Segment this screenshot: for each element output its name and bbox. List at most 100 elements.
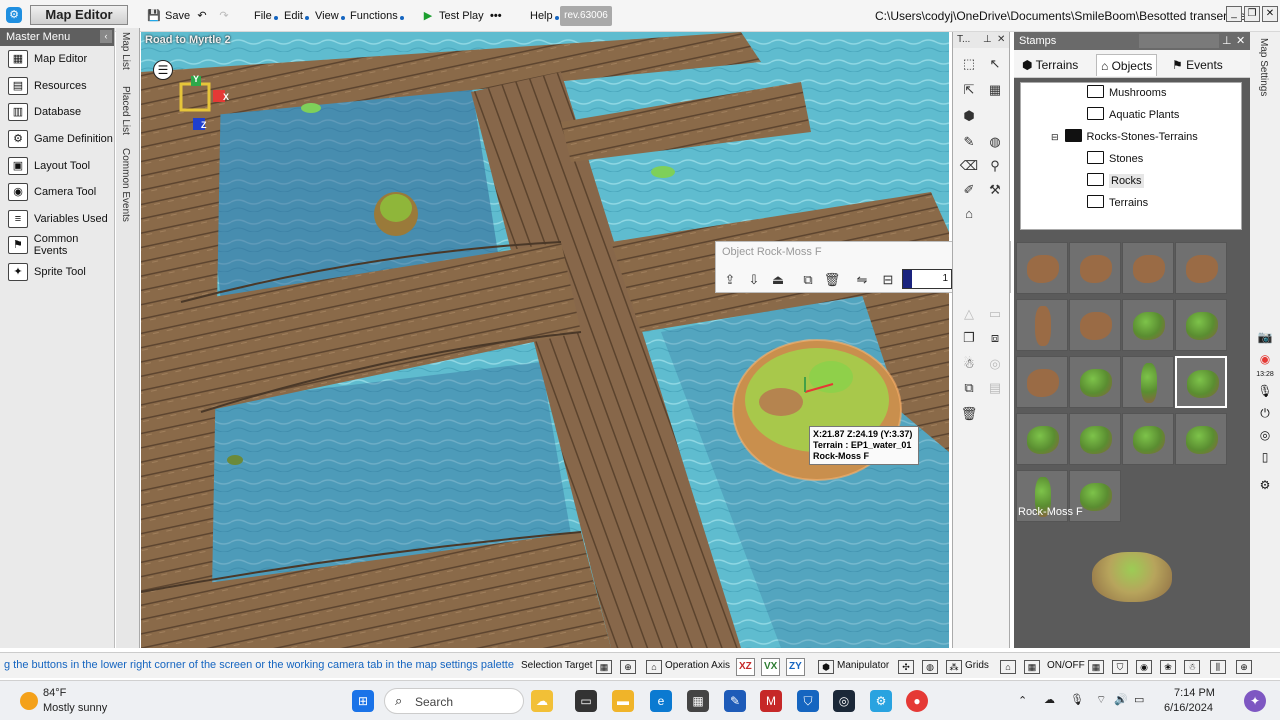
settings-icon[interactable]: ⚙ [1256,476,1274,494]
more-options-icon[interactable]: ••• [490,6,502,26]
test-play-button[interactable]: ▶ Test Play [420,6,484,26]
smileboom-app-icon[interactable]: ⚙ [870,690,892,712]
delete-icon[interactable]: 🗑 [822,270,842,290]
tree-item-terrains[interactable]: Terrains [1087,193,1148,213]
palette-icon[interactable]: ❀ [1160,658,1179,674]
stamp-thumbnail[interactable] [1016,356,1068,408]
pointer-icon[interactable]: ⇱ [959,80,979,100]
tree-item-aquatic-plants[interactable]: Aquatic Plants [1087,105,1179,125]
tree-item-rocks-stones-terrains[interactable]: ⊟ Rocks-Stones-Terrains [1051,127,1198,147]
menu-edit[interactable]: Edit [284,6,309,26]
menu-item-variables-used[interactable]: ≡ Variables Used [0,206,114,233]
taskbar-search[interactable]: ⌕ Search [384,688,524,714]
stamp-thumbnail[interactable] [1016,299,1068,351]
stamp-thumbnail[interactable] [1122,356,1174,408]
rotate-gizmo-icon[interactable]: ◍ [922,658,941,674]
camera-view-icon[interactable]: ◉ [1136,658,1155,674]
stamp-thumbnail[interactable] [1122,242,1174,294]
stamp-thumbnail[interactable] [1069,413,1121,465]
widgets-icon[interactable]: ☁ [531,690,553,712]
store-icon[interactable]: ▦ [687,690,709,712]
start-menu-icon[interactable]: ⊞ [352,690,374,712]
menu-item-camera-tool[interactable]: ◉ Camera Tool [0,179,114,206]
task-view-icon[interactable]: ▭ [575,690,597,712]
close-tools-icon[interactable]: ✕ [997,32,1005,48]
person-icon[interactable]: ☃ [959,354,979,374]
wifi-icon[interactable]: ⌔ [1096,693,1106,707]
axis-zy-button[interactable]: ZY [786,658,809,676]
steam-icon[interactable]: ◎ [833,690,855,712]
link-icon[interactable]: ⧈ [985,328,1005,348]
stamp-thumbnail[interactable] [1175,356,1227,408]
collapse-icon[interactable]: ‹ [100,30,112,43]
move-gizmo-icon[interactable]: ✣ [898,658,917,674]
pin-icon[interactable]: ⊥ [983,32,992,48]
menu-item-sprite-tool[interactable]: ✦ Sprite Tool [0,259,114,286]
import-icon[interactable]: ⇩ [744,270,764,290]
tab-map-list[interactable]: Map List [120,32,131,70]
weather-description[interactable]: Mostly sunny [43,702,107,714]
axis-xz-button[interactable]: XZ [736,658,759,676]
duplicate-icon[interactable]: ⧉ [959,378,979,398]
cursor-icon[interactable]: ↖ [985,54,1005,74]
editor-app-icon[interactable]: ✎ [724,690,746,712]
window-icon[interactable]: ▯ [1256,448,1274,466]
stamp-thumbnail[interactable] [1016,242,1068,294]
security-shield-icon[interactable]: ⛉ [797,690,819,712]
menu-view[interactable]: View [315,6,345,26]
copilot-icon[interactable]: ✦ [1244,690,1266,712]
weather-sun-icon[interactable] [20,692,38,710]
character-icon[interactable]: ☃ [1184,658,1203,674]
pin-stamps-icon[interactable]: ⊥ [1222,32,1232,50]
mic-icon[interactable]: 🎙 [1256,382,1274,400]
select-rect-icon[interactable]: ⬚ [959,54,979,74]
add-layer-icon[interactable]: ⊕ [1236,658,1255,674]
pointer-circle-icon[interactable]: ◎ [1256,426,1274,444]
copy-icon[interactable]: ⧉ [798,270,818,290]
ground-icon[interactable]: ⏏ [768,270,788,290]
grid-toggle-icon[interactable]: ▦ [1024,658,1043,674]
undo-button[interactable]: ↶ [194,6,213,26]
stamp-thumbnail[interactable] [1175,413,1227,465]
tab-objects[interactable]: ⌂ Objects [1096,54,1158,76]
tab-map-settings[interactable]: Map Settings [1258,38,1269,96]
dropper-icon[interactable]: ⚲ [985,156,1005,176]
layers-icon[interactable]: ❐ [959,328,979,348]
menu-item-game-definition[interactable]: ⚙ Game Definition [0,126,114,153]
flip-icon[interactable]: ⇋ [852,270,872,290]
stamps-search-input[interactable] [1139,34,1219,48]
viewport-menu-icon[interactable]: ☰ [153,60,173,80]
shield-icon[interactable]: ⛉ [1112,658,1131,674]
menu-item-database[interactable]: ▥ Database [0,99,114,126]
bucket-icon[interactable]: ◍ [985,132,1005,152]
stamp-thumbnail[interactable] [1069,299,1121,351]
fence-icon[interactable]: ⫼ [1210,658,1229,674]
paste-icon[interactable]: ▤ [985,378,1005,398]
menu-item-resources[interactable]: ▤ Resources [0,73,114,100]
cube-icon[interactable]: ⬢ [959,106,979,126]
stamp-thumbnail[interactable] [1069,242,1121,294]
weather-temperature[interactable]: 84°F [43,687,66,699]
camera-icon[interactable]: 📷 [1256,328,1274,346]
tree-item-rocks[interactable]: Rocks [1087,171,1144,191]
tab-placed-list[interactable]: Placed List [120,86,131,135]
frame-icon[interactable]: ▭ [985,304,1005,324]
stamp-thumbnail[interactable] [1122,299,1174,351]
close-stamps-icon[interactable]: ✕ [1236,32,1245,50]
pencil-icon[interactable]: ✎ [959,132,979,152]
grid-icon[interactable]: ▦ [985,80,1005,100]
stamp-thumbnail[interactable] [1016,413,1068,465]
stamp-thumbnail[interactable] [1175,242,1227,294]
menu-item-common-events[interactable]: ⚑ Common Events [0,232,114,259]
scale-slider[interactable]: 1 [902,269,952,289]
tab-terrains[interactable]: ⬢ Terrains [1022,54,1078,76]
menu-item-map-editor[interactable]: ▦ Map Editor [0,46,114,73]
microphone-icon[interactable]: 🎙 [1070,693,1084,706]
house-toggle-icon[interactable]: ⌂ [1000,658,1019,674]
menu-item-layout-tool[interactable]: ▣ Layout Tool [0,152,114,179]
redo-button[interactable]: ↷ [216,6,235,26]
house-icon[interactable]: ⌂ [959,204,979,224]
clock-time[interactable]: 7:14 PM [1174,687,1215,699]
stamp-thumbnail[interactable] [1122,413,1174,465]
file-explorer-icon[interactable]: ▬ [612,690,634,712]
